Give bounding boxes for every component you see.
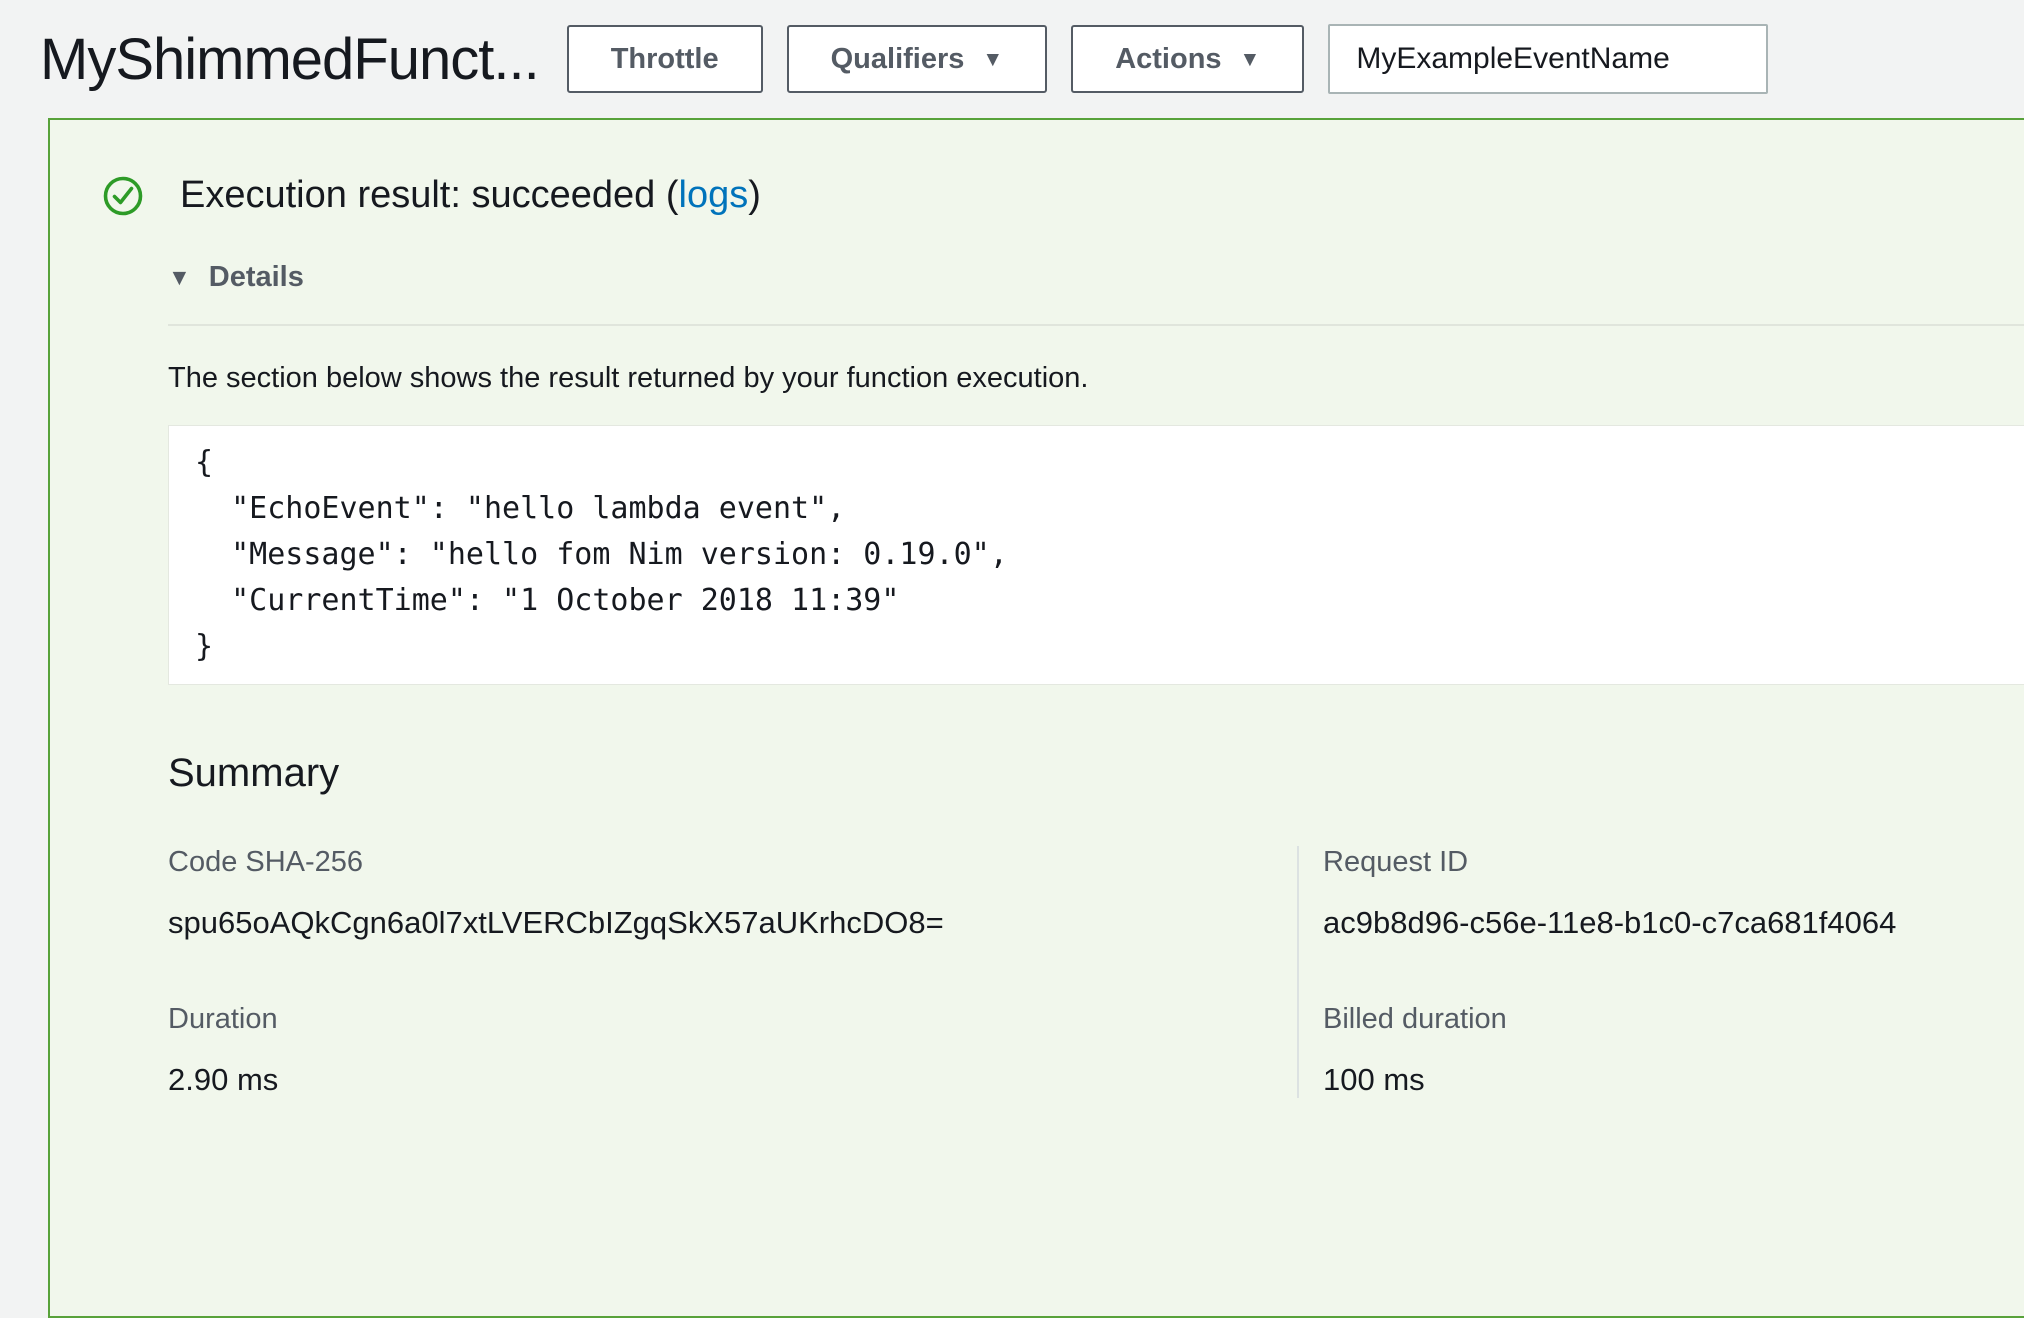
- code-sha256-value: spu65oAQkCgn6a0l7xtLVERCbIZgqSkX57aUKrhc…: [168, 905, 1297, 941]
- function-header: MyShimmedFunct... Throttle Qualifiers ▼ …: [0, 0, 2024, 118]
- chevron-down-icon: ▼: [1240, 49, 1261, 70]
- result-description: The section below shows the result retur…: [168, 362, 2024, 395]
- actions-dropdown-button[interactable]: Actions ▼: [1071, 25, 1304, 93]
- details-divider: [168, 324, 2024, 326]
- billed-duration-value: 100 ms: [1323, 1062, 2024, 1098]
- request-id-field: Request ID ac9b8d96-c56e-11e8-b1c0-c7ca6…: [1323, 846, 2024, 941]
- execution-result-banner: Execution result: succeeded (logs) ▼ Det…: [48, 118, 2024, 1318]
- summary-grid: Code SHA-256 spu65oAQkCgn6a0l7xtLVERCbIZ…: [168, 846, 2024, 1098]
- billed-duration-label: Billed duration: [1323, 1003, 2024, 1036]
- summary-column-right: Request ID ac9b8d96-c56e-11e8-b1c0-c7ca6…: [1297, 846, 2024, 1098]
- throttle-button[interactable]: Throttle: [567, 25, 763, 93]
- details-expander-label: Details: [209, 261, 304, 294]
- execution-result-text-close: ): [748, 174, 761, 216]
- test-event-selector[interactable]: MyExampleEventName: [1328, 24, 1768, 94]
- duration-value: 2.90 ms: [168, 1062, 1297, 1098]
- chevron-down-icon: ▼: [982, 49, 1003, 70]
- actions-button-label: Actions: [1115, 43, 1221, 76]
- qualifiers-dropdown-button[interactable]: Qualifiers ▼: [787, 25, 1048, 93]
- execution-result-heading: Execution result: succeeded (logs): [180, 174, 761, 217]
- request-id-label: Request ID: [1323, 846, 2024, 879]
- execution-status-row: Execution result: succeeded (logs): [102, 174, 2024, 217]
- logs-link[interactable]: logs: [679, 174, 749, 216]
- page-title: MyShimmedFunct...: [40, 26, 539, 93]
- success-check-icon: [102, 175, 144, 217]
- billed-duration-field: Billed duration 100 ms: [1323, 1003, 2024, 1098]
- summary-column-left: Code SHA-256 spu65oAQkCgn6a0l7xtLVERCbIZ…: [168, 846, 1297, 1098]
- duration-field: Duration 2.90 ms: [168, 1003, 1297, 1098]
- triangle-down-icon: ▼: [168, 266, 191, 289]
- summary-heading: Summary: [168, 751, 2024, 796]
- test-event-selector-value: MyExampleEventName: [1356, 42, 1669, 76]
- execution-result-json: { "EchoEvent": "hello lambda event", "Me…: [168, 425, 2024, 685]
- execution-result-text: Execution result: succeeded (: [180, 174, 679, 216]
- code-sha256-label: Code SHA-256: [168, 846, 1297, 879]
- qualifiers-button-label: Qualifiers: [831, 43, 965, 76]
- throttle-button-label: Throttle: [611, 43, 719, 76]
- code-sha256-field: Code SHA-256 spu65oAQkCgn6a0l7xtLVERCbIZ…: [168, 846, 1297, 941]
- request-id-value: ac9b8d96-c56e-11e8-b1c0-c7ca681f4064: [1323, 905, 2024, 941]
- duration-label: Duration: [168, 1003, 1297, 1036]
- details-expander[interactable]: ▼ Details: [168, 261, 304, 294]
